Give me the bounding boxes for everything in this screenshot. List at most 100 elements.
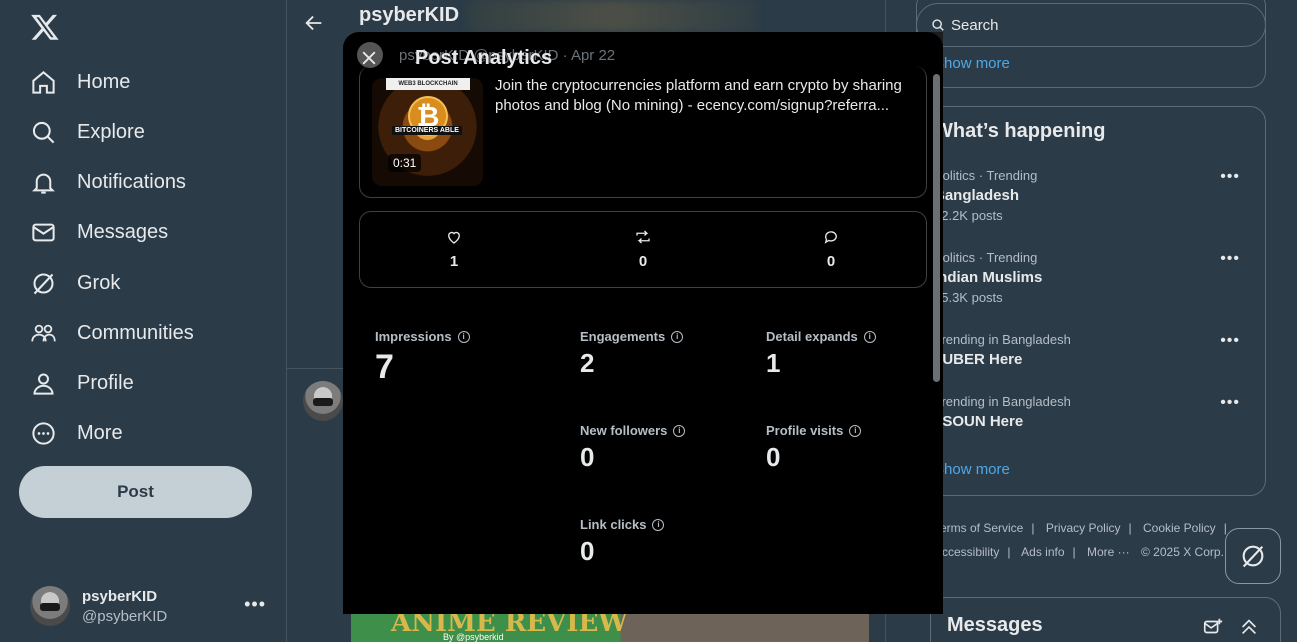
more-dots-icon[interactable]: ••• [1220, 250, 1240, 268]
header-banner-blur [467, 0, 757, 32]
page-title: psyberKID [359, 4, 460, 26]
nav-more-label: More [77, 421, 123, 444]
grok-float-button[interactable] [1225, 528, 1281, 584]
link-clicks-metric: Link clicks i 0 [580, 517, 665, 567]
mail-icon [32, 223, 55, 241]
ads-info-link[interactable]: Ads info [1021, 545, 1064, 559]
trend-item[interactable]: Trending in Bangladesh $SOUN Here ••• [934, 394, 1254, 430]
search-box[interactable] [916, 3, 1266, 47]
repost-icon [636, 230, 650, 244]
likes-stat: 1 [424, 228, 484, 270]
info-icon[interactable]: i [863, 330, 876, 343]
grok-icon [33, 272, 54, 294]
more-dots-icon[interactable]: ••• [1220, 332, 1240, 350]
nav-grok[interactable]: Grok [30, 263, 120, 303]
nav-notifications[interactable]: Notifications [30, 162, 186, 202]
copyright: © 2025 X Corp. [1141, 545, 1224, 559]
account-name: psyberKID [82, 587, 158, 605]
info-icon[interactable]: i [671, 330, 684, 343]
x-logo-icon[interactable] [30, 12, 60, 42]
cookie-link[interactable]: Cookie Policy [1143, 521, 1216, 535]
replies-count: 0 [826, 253, 836, 270]
nav-home-label: Home [77, 70, 131, 93]
more-dots-icon[interactable]: ••• [244, 594, 266, 615]
nav-explore[interactable]: Explore [30, 112, 145, 152]
nav-more[interactable]: More [30, 413, 123, 453]
show-more-link[interactable]: Show more [934, 55, 1010, 72]
profile-visits-metric: Profile visits i 0 [766, 423, 862, 473]
right-sidebar: Show more What’s happening Politics · Tr… [886, 0, 1297, 642]
back-arrow-icon[interactable] [303, 12, 325, 34]
thumbnail-tag: BITCOINERS ABLE [392, 126, 462, 135]
profile-visits-label: Profile visits [766, 423, 844, 438]
search-icon [32, 121, 55, 143]
image-title: ANIME REVIEW [391, 614, 628, 638]
account-switcher[interactable]: psyberKID @psyberKID ••• [30, 584, 270, 628]
show-more-link[interactable]: Show more [934, 461, 1010, 478]
trend-item[interactable]: Politics · Trending Indian Muslims 15.3K… [934, 250, 1254, 305]
profile-visits-value: 0 [766, 442, 781, 472]
footer-links: Terms of Service | Privacy Policy | Cookie… [934, 521, 1227, 559]
detail-expands-value: 1 [766, 348, 781, 378]
link-clicks-label: Link clicks [580, 517, 647, 532]
chevron-up-double-icon[interactable] [1238, 616, 1260, 638]
modal-scrollbar[interactable] [933, 74, 940, 382]
trend-count: 15.3K posts [934, 290, 1003, 305]
detail-expands-label: Detail expands [766, 329, 858, 344]
trend-item[interactable]: Politics · Trending Bangladesh 22.2K pos… [934, 168, 1254, 223]
nav-home[interactable]: Home [30, 62, 130, 102]
communities-icon [31, 324, 56, 341]
privacy-link[interactable]: Privacy Policy [1046, 521, 1121, 535]
detail-expands-metric: Detail expands i 1 [766, 329, 876, 379]
reply-icon [824, 231, 837, 244]
post-image[interactable]: ANIME REVIEW By @psyberkid [351, 614, 869, 642]
info-icon[interactable]: i [673, 424, 686, 437]
reposts-count: 0 [638, 253, 648, 270]
left-navigation: Home Explore Notifications Messages Grok… [0, 0, 287, 642]
footer-more-link[interactable]: More ··· [1087, 545, 1130, 559]
info-icon[interactable]: i [849, 424, 862, 437]
nav-explore-label: Explore [77, 120, 145, 143]
close-icon[interactable] [359, 48, 379, 68]
avatar [30, 586, 70, 626]
video-duration: 0:31 [388, 154, 422, 172]
likes-count: 1 [449, 253, 459, 270]
engagements-value: 2 [580, 348, 595, 378]
bell-icon [32, 173, 55, 194]
accessibility-link[interactable]: Accessibility [934, 545, 999, 559]
messages-drawer[interactable]: Messages [930, 597, 1281, 642]
nav-grok-label: Grok [77, 271, 121, 294]
new-message-icon[interactable] [1202, 616, 1224, 638]
nav-communities[interactable]: Communities [30, 313, 194, 353]
more-dots-icon[interactable]: ••• [1220, 168, 1240, 186]
new-followers-label: New followers [580, 423, 668, 438]
nav-profile[interactable]: Profile [30, 363, 134, 403]
reposts-stat: 0 [613, 228, 673, 270]
trend-category: Trending in Bangladesh [934, 394, 1071, 409]
nav-communities-label: Communities [77, 321, 194, 344]
post-button[interactable]: Post [19, 466, 252, 518]
nav-profile-label: Profile [77, 371, 134, 394]
new-followers-value: 0 [580, 442, 595, 472]
home-icon [32, 70, 55, 94]
trend-category: Trending in Bangladesh [934, 332, 1071, 347]
engagement-stats-card: 1 0 0 [359, 211, 927, 288]
search-icon [932, 19, 944, 31]
replies-stat: 0 [801, 228, 861, 270]
trend-category: Politics · Trending [934, 250, 1038, 265]
avatar[interactable] [303, 381, 343, 421]
messages-drawer-title: Messages [947, 614, 1043, 636]
terms-link[interactable]: Terms of Service [934, 521, 1023, 535]
search-input[interactable] [951, 16, 1231, 34]
trend-name: Bangladesh [934, 187, 1020, 204]
more-dots-icon[interactable]: ••• [1220, 394, 1240, 412]
trend-item[interactable]: Trending in Bangladesh $UBER Here ••• [934, 332, 1254, 368]
trend-count: 22.2K posts [934, 208, 1003, 223]
trend-category: Politics · Trending [934, 168, 1038, 183]
info-icon[interactable]: i [457, 330, 470, 343]
info-icon[interactable]: i [652, 518, 665, 531]
video-thumbnail[interactable]: WEB3 BLOCKCHAIN ₿ BITCOINERS ABLE 0:31 [372, 78, 483, 186]
engagements-label: Engagements [580, 329, 666, 344]
nav-messages[interactable]: Messages [30, 212, 168, 252]
impressions-label: Impressions [375, 329, 452, 344]
